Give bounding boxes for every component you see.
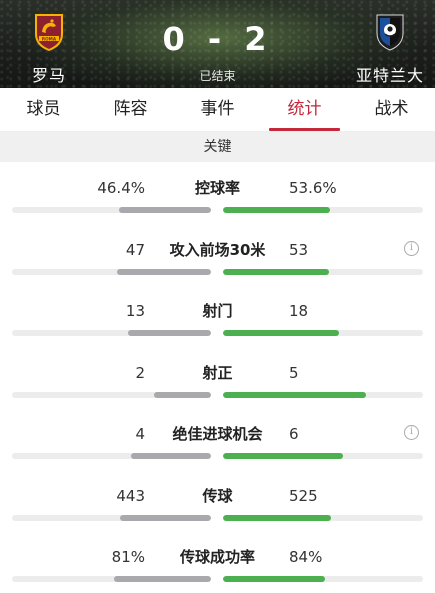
- home-bar-fill: [117, 268, 211, 275]
- away-bar-fill: [223, 330, 340, 336]
- stat-row: 2 射正 5: [0, 347, 435, 409]
- home-bar-track: [12, 453, 211, 459]
- stat-row: 4 绝佳进球机会 6 i: [0, 408, 435, 470]
- away-bar-fill: [223, 268, 329, 275]
- info-icon[interactable]: i: [404, 240, 419, 256]
- away-bar-fill: [223, 453, 343, 459]
- away-stat-value: 5: [289, 363, 299, 382]
- tab-label: 统计: [287, 99, 322, 119]
- stat-row: 81% 传球成功率 84%: [0, 531, 435, 593]
- stat-label: 射门: [202, 302, 233, 320]
- stat-label: 传球: [202, 486, 233, 505]
- tab-label: 战术: [374, 99, 409, 119]
- tab-label: 阵容: [113, 99, 148, 119]
- tab-label: 球员: [26, 99, 61, 119]
- home-bar-track: [12, 268, 211, 275]
- home-score: 0: [162, 20, 191, 58]
- away-stat-value: 53.6%: [289, 179, 337, 197]
- away-stat-value: 53: [289, 240, 309, 259]
- atalanta-crest-icon: [374, 12, 406, 52]
- away-bar-track: [223, 453, 423, 459]
- stat-label: 射正: [202, 363, 233, 382]
- home-bar-fill: [131, 453, 211, 459]
- info-icon[interactable]: i: [404, 425, 419, 440]
- away-bar-fill: [223, 576, 325, 582]
- away-stat-value: 84%: [289, 548, 323, 566]
- home-bar-track: [12, 576, 211, 582]
- away-bar-track: [223, 514, 423, 521]
- away-stat-value: 18: [289, 302, 309, 320]
- tab-stats[interactable]: 统计: [261, 88, 348, 131]
- away-bar-track: [223, 207, 423, 213]
- away-bar-fill: [223, 514, 332, 521]
- home-bar-fill: [154, 391, 211, 398]
- tab-bar: 球员 阵容 事件 统计 战术: [0, 88, 435, 132]
- away-bar-track: [223, 268, 423, 275]
- score-separator: -: [207, 20, 228, 58]
- stat-label: 绝佳进球机会: [172, 425, 263, 443]
- stat-row: 46.4% 控球率 53.6%: [0, 162, 435, 224]
- away-bar-track: [223, 391, 423, 398]
- stat-row: 13 射门 18: [0, 285, 435, 347]
- active-tab-indicator: [269, 128, 340, 131]
- away-team-name: 亚特兰大: [355, 66, 424, 85]
- tab-players[interactable]: 球员: [0, 88, 87, 131]
- away-bar-track: [223, 576, 423, 582]
- match-header: ROMA 罗马 0 - 2 已结束 亚特兰大: [0, 0, 435, 88]
- home-bar-fill: [127, 330, 211, 336]
- tab-lineup[interactable]: 阵容: [87, 88, 174, 131]
- home-bar-track: [12, 330, 211, 336]
- home-bar-fill: [119, 514, 211, 521]
- away-score: 2: [244, 20, 273, 58]
- stat-label: 传球成功率: [179, 548, 255, 566]
- away-stat-value: 6: [289, 425, 299, 443]
- stats-list: 46.4% 控球率 53.6% 47 攻入前场30米 53 i 13 射门 18 2 射正 5 4 绝佳进球…: [0, 162, 435, 593]
- home-bar-track: [12, 207, 211, 213]
- away-team[interactable]: 亚特兰大: [345, 12, 435, 86]
- away-stat-value: 525: [289, 486, 318, 505]
- home-bar-track: [12, 514, 211, 521]
- stat-label: 攻入前场30米: [169, 240, 266, 259]
- home-bar-track: [12, 391, 211, 398]
- stat-label: 控球率: [194, 179, 240, 197]
- away-bar-track: [223, 330, 423, 336]
- away-bar-fill: [223, 207, 331, 213]
- home-bar-fill: [113, 576, 211, 582]
- tab-label: 事件: [200, 99, 235, 119]
- section-header: 关键: [0, 132, 435, 162]
- away-bar-fill: [223, 391, 366, 398]
- home-bar-fill: [118, 207, 211, 213]
- stat-row: 443 传球 525: [0, 470, 435, 532]
- tab-tactics[interactable]: 战术: [348, 88, 435, 131]
- stat-row: 47 攻入前场30米 53 i: [0, 224, 435, 286]
- tab-events[interactable]: 事件: [174, 88, 261, 131]
